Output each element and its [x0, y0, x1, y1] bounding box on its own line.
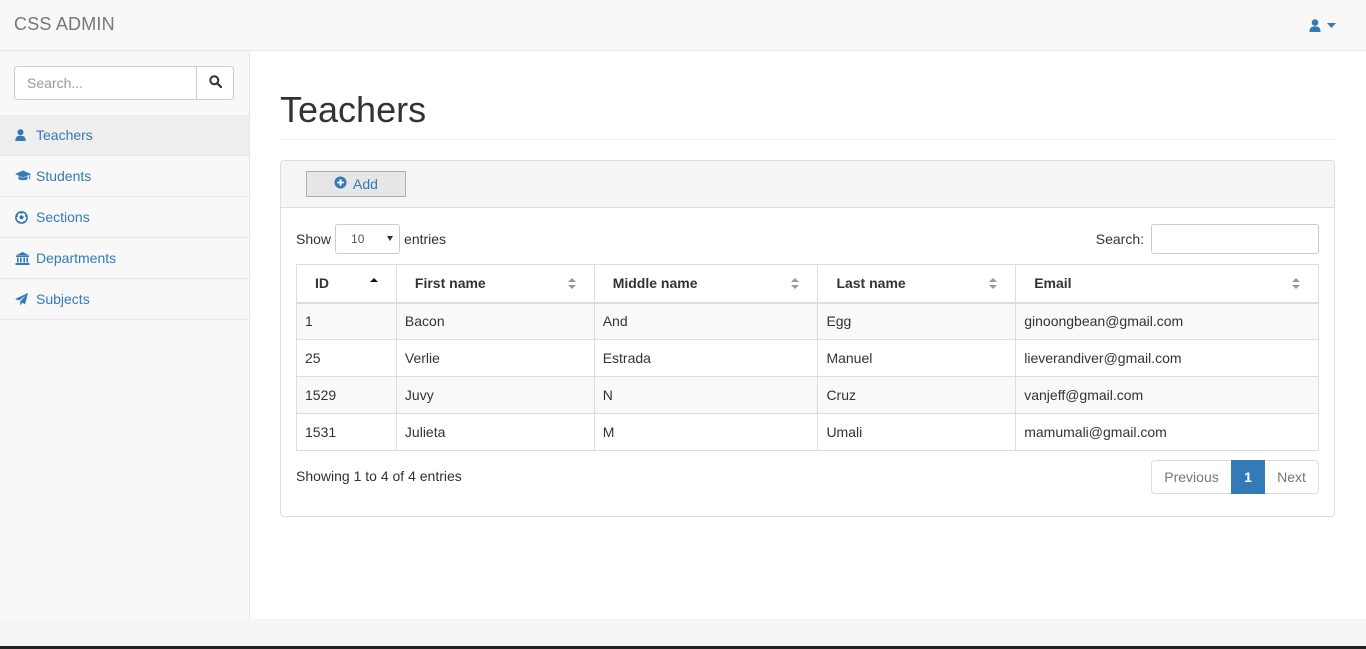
show-label: Show: [296, 231, 332, 247]
cell-email: vanjeff@gmail.com: [1015, 376, 1319, 414]
teachers-table: ID First name Middle name Last name Emai…: [296, 264, 1319, 451]
cell-email: ginoongbean@gmail.com: [1015, 302, 1319, 340]
paper-plane-icon: [15, 292, 33, 306]
cell-first-name: Julieta: [395, 413, 595, 451]
entries-length-control: Show 10 entries: [296, 224, 446, 254]
page-1-button[interactable]: 1: [1231, 460, 1265, 494]
cell-middle-name: M: [593, 413, 819, 451]
sidebar-item-departments[interactable]: Departments: [0, 238, 249, 279]
table-search-label: Search:: [1095, 231, 1144, 247]
sort-icon: [989, 277, 998, 290]
column-header-last-name[interactable]: Last name: [817, 264, 1017, 304]
sidebar-item-subjects[interactable]: Subjects: [0, 279, 249, 320]
table-row: 1531 Julieta M Umali mamumali@gmail.com: [296, 413, 1319, 451]
cell-middle-name: Estrada: [593, 339, 819, 377]
table-row: 1 Bacon And Egg ginoongbean@gmail.com: [296, 302, 1319, 340]
user-icon: [15, 128, 33, 142]
cell-first-name: Juvy: [395, 376, 595, 414]
table-header-row: ID First name Middle name Last name Emai…: [296, 264, 1319, 304]
sidebar-item-label: Subjects: [36, 291, 90, 307]
caret-down-icon: [1327, 22, 1336, 28]
sidebar-item-teachers[interactable]: Teachers: [0, 115, 249, 156]
next-page-button[interactable]: Next: [1265, 460, 1319, 494]
page-title: Teachers: [280, 89, 427, 130]
sidebar-search-input[interactable]: [14, 66, 196, 100]
main-content: Teachers Add Show 10 entries Search: ID …: [250, 51, 1366, 619]
column-header-middle-name[interactable]: Middle name: [593, 264, 819, 304]
entries-select[interactable]: 10: [335, 224, 401, 254]
table-search-input[interactable]: [1151, 224, 1319, 254]
sidebar-item-students[interactable]: Students: [0, 156, 249, 197]
add-button[interactable]: Add: [306, 171, 406, 197]
pagination: Previous 1 Next: [1151, 460, 1319, 494]
sidebar-item-label: Teachers: [36, 127, 93, 143]
column-header-label: Email: [1034, 275, 1072, 292]
user-menu-toggle[interactable]: [1309, 16, 1336, 34]
table-row: 25 Verlie Estrada Manuel lieverandiver@g…: [296, 339, 1319, 377]
cell-id: 1529: [296, 376, 397, 414]
cell-last-name: Manuel: [817, 339, 1017, 377]
cell-middle-name: N: [593, 376, 819, 414]
column-header-label: Middle name: [612, 275, 698, 292]
cell-middle-name: And: [593, 302, 819, 340]
user-icon: [1309, 18, 1321, 32]
add-button-label: Add: [353, 176, 378, 192]
table-info: Showing 1 to 4 of 4 entries: [296, 468, 462, 484]
cell-id: 1: [296, 302, 397, 340]
column-header-first-name[interactable]: First name: [395, 264, 595, 304]
sort-icon: [791, 277, 800, 290]
table-row: 1529 Juvy N Cruz vanjeff@gmail.com: [296, 376, 1319, 414]
sort-icon: [1292, 277, 1300, 290]
table-search-control: Search:: [1096, 224, 1319, 254]
caret-down-icon: [387, 236, 394, 241]
column-header-label: ID: [315, 275, 329, 292]
column-header-email[interactable]: Email: [1015, 264, 1319, 304]
cell-email: lieverandiver@gmail.com: [1015, 339, 1319, 377]
sidebar-item-label: Sections: [36, 209, 90, 225]
column-header-label: Last name: [836, 275, 906, 292]
sidebar-item-label: Departments: [36, 250, 117, 266]
sort-asc-icon: [369, 277, 378, 290]
sort-icon: [567, 277, 576, 290]
sidebar-item-label: Students: [36, 168, 92, 184]
graduation-cap-icon: [15, 169, 33, 183]
plus-circle-icon: [334, 176, 347, 192]
soccer-ball-icon: [15, 210, 33, 224]
teachers-panel: Add Show 10 entries Search: ID First nam…: [280, 160, 1335, 517]
sidebar-search-button[interactable]: [196, 66, 234, 100]
sidebar-nav: Teachers Students Sections Departments S…: [0, 115, 249, 320]
sidebar: Teachers Students Sections Departments S…: [0, 51, 250, 619]
cell-first-name: Verlie: [395, 339, 595, 377]
sidebar-search-group: [14, 66, 234, 100]
search-icon: [208, 75, 222, 91]
top-navbar: CSS ADMIN: [0, 0, 1366, 51]
brand-link[interactable]: CSS ADMIN: [14, 14, 115, 35]
cell-last-name: Cruz: [817, 376, 1017, 414]
cell-last-name: Umali: [817, 413, 1017, 451]
cell-first-name: Bacon: [395, 302, 595, 340]
panel-heading: Add: [281, 161, 1334, 208]
column-header-label: First name: [414, 275, 486, 292]
cell-id: 1531: [296, 413, 397, 451]
entries-label: entries: [404, 231, 447, 247]
sidebar-item-sections[interactable]: Sections: [0, 197, 249, 238]
bottom-strip: [0, 619, 1366, 649]
column-header-id[interactable]: ID: [296, 264, 397, 304]
entries-select-value: 10: [351, 232, 365, 246]
cell-last-name: Egg: [817, 302, 1017, 340]
cell-id: 25: [296, 339, 397, 377]
page-header: Teachers: [280, 89, 1335, 140]
previous-page-button[interactable]: Previous: [1151, 460, 1231, 494]
bank-icon: [15, 251, 33, 265]
cell-email: mamumali@gmail.com: [1015, 413, 1319, 451]
